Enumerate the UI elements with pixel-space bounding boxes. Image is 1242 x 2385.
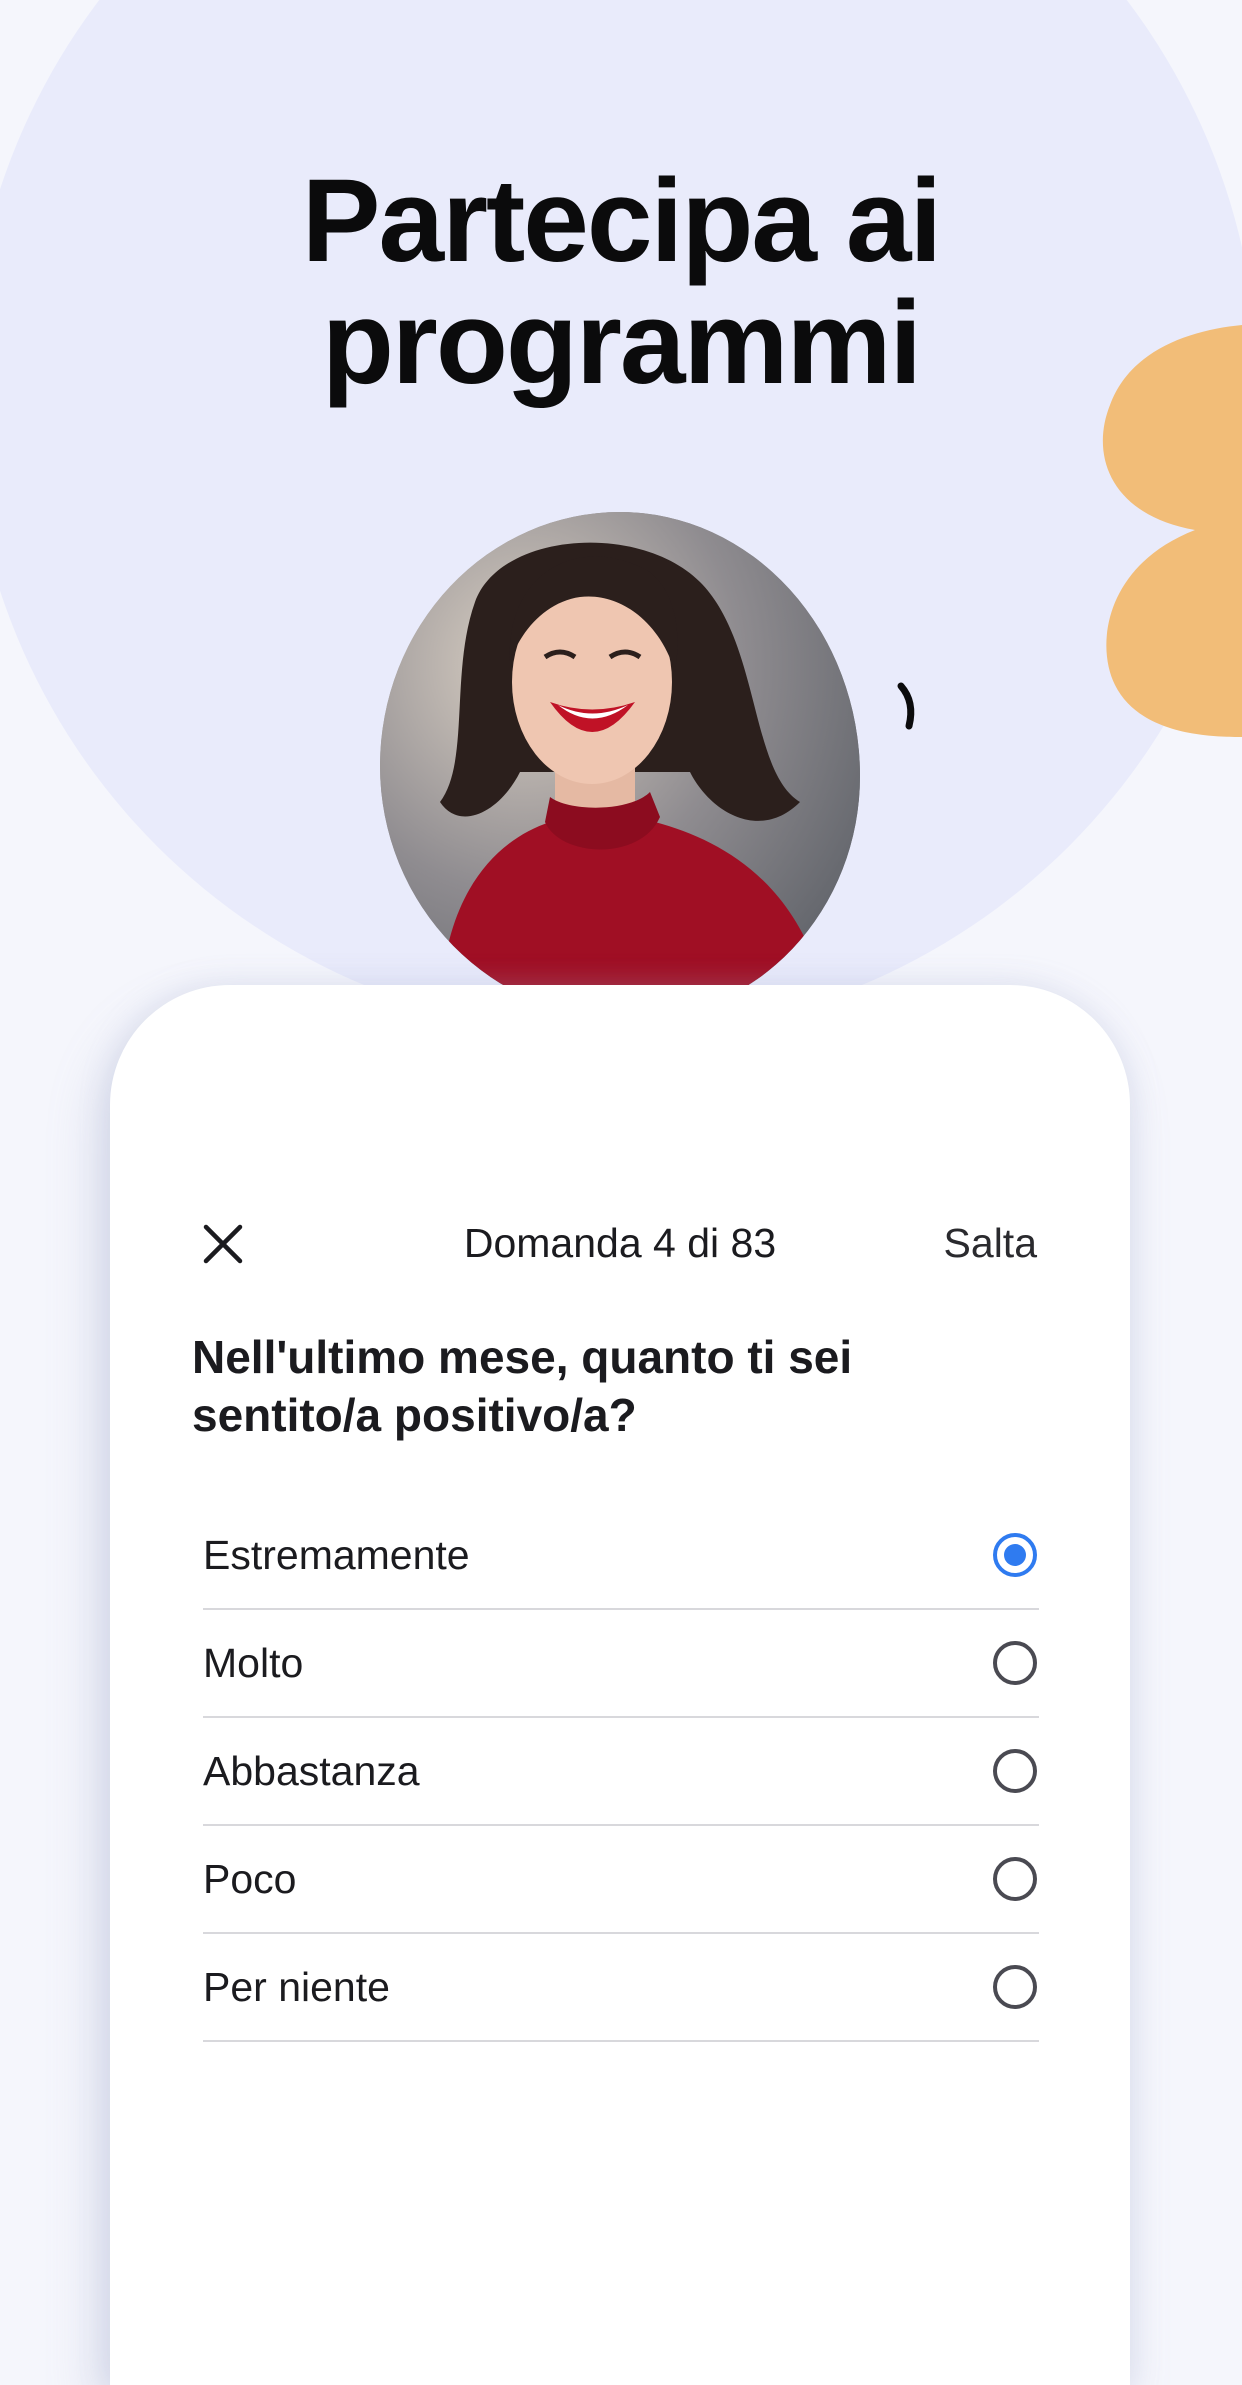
page-headline: Partecipa ai programmi [0,160,1242,404]
close-icon [203,1224,243,1264]
decorative-tick-doodle [897,682,915,730]
radio-icon[interactable] [993,1965,1037,2009]
question-text: Nell'ultimo mese, quanto ti sei sentito/… [192,1331,853,1441]
answer-option-molto[interactable]: Molto [203,1610,1039,1718]
profile-photo [380,512,860,1020]
answer-option-estremamente[interactable]: Estremamente [203,1502,1039,1610]
answer-option-label: Abbastanza [203,1747,420,1794]
answer-options: Estremamente Molto Abbastanza Poco Per n… [203,1502,1039,2042]
answer-option-label: Poco [203,1855,297,1902]
close-button[interactable] [200,1221,246,1267]
answer-option-label: Estremamente [203,1531,470,1578]
smiling-woman-illustration [380,512,860,1020]
answer-option-label: Per niente [203,1963,390,2010]
question-progress: Domanda 4 di 83 [463,1220,777,1266]
answer-option-abbastanza[interactable]: Abbastanza [203,1718,1039,1826]
answer-option-poco[interactable]: Poco [203,1826,1039,1934]
answer-option-label: Molto [203,1639,304,1686]
headline-line-2: programmi [321,277,922,409]
radio-icon[interactable] [993,1749,1037,1793]
radio-icon[interactable] [993,1641,1037,1685]
answer-option-per-niente[interactable]: Per niente [203,1934,1039,2042]
radio-icon[interactable] [993,1857,1037,1901]
radio-selected-icon[interactable] [993,1533,1037,1577]
skip-button[interactable]: Salta [944,1218,1037,1268]
headline-line-1: Partecipa ai [301,155,942,287]
